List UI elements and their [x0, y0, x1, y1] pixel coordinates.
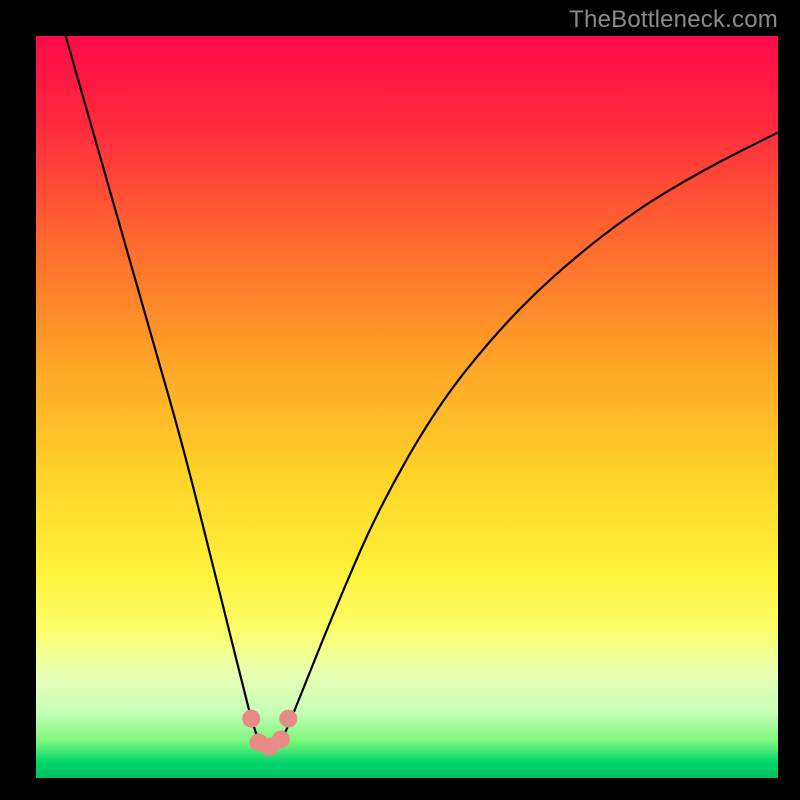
curve-marker [279, 710, 297, 728]
bottleneck-curve [66, 36, 778, 748]
plot-svg [36, 36, 778, 778]
watermark-text: TheBottleneck.com [569, 6, 778, 34]
curve-marker [242, 710, 260, 728]
plot-frame [36, 36, 778, 778]
marker-group [242, 710, 297, 756]
curve-marker [272, 730, 290, 748]
